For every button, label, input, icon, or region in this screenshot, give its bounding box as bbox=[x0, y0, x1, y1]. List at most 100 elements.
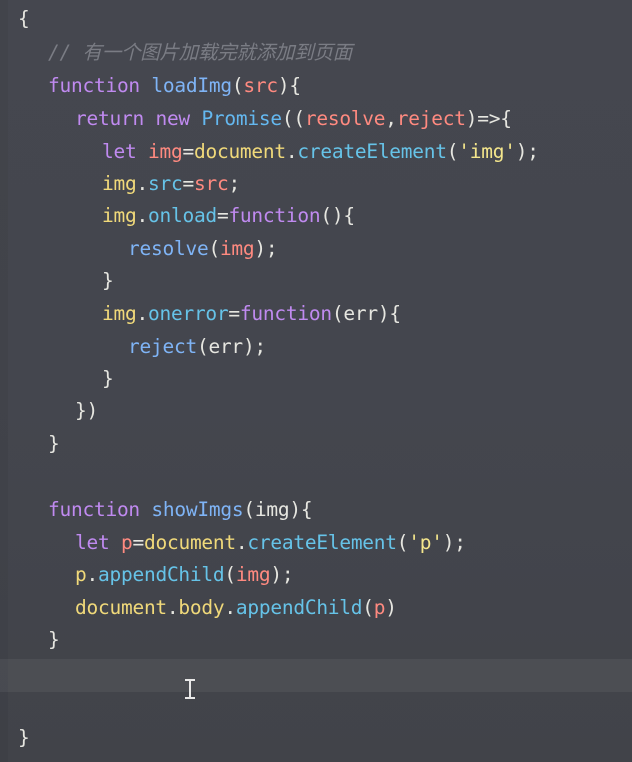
string-token: 'p' bbox=[408, 531, 443, 554]
code-text: img.src=src; bbox=[102, 168, 240, 200]
punctuation-token bbox=[190, 107, 202, 130]
function-name-token: loadImg bbox=[151, 74, 232, 97]
punctuation-token: } bbox=[48, 628, 60, 651]
object-token: img bbox=[102, 172, 137, 195]
punctuation-token: ( bbox=[446, 140, 459, 163]
keyword-token: let bbox=[75, 531, 110, 554]
function-name-token: reject bbox=[128, 335, 197, 358]
object-token: document bbox=[193, 140, 286, 163]
method-token: appendChild bbox=[235, 596, 363, 619]
parameter-token: resolve bbox=[304, 107, 386, 130]
code-editor[interactable]: { // 有一个图片加载完就添加到页面 function loadImg(src… bbox=[0, 0, 632, 762]
punctuation-token: ( bbox=[224, 563, 236, 586]
method-token: src bbox=[147, 172, 183, 195]
object-token: body bbox=[178, 596, 225, 619]
code-text: function showImgs(img){ bbox=[48, 494, 313, 526]
punctuation-token bbox=[140, 74, 152, 97]
code-text: let img=document.createElement('img'); bbox=[102, 136, 539, 168]
text-cursor-icon bbox=[183, 678, 197, 700]
punctuation-token: (( bbox=[281, 107, 305, 130]
keyword-token: let bbox=[102, 140, 137, 163]
code-text: { bbox=[18, 3, 30, 35]
parameter-token: p bbox=[120, 531, 133, 554]
punctuation-token: ); bbox=[270, 563, 294, 586]
punctuation-token: ; bbox=[228, 172, 240, 195]
object-token: p bbox=[75, 563, 87, 586]
punctuation-token: } bbox=[102, 269, 114, 292]
punctuation-token: } bbox=[48, 432, 60, 455]
parameter-token: img bbox=[147, 140, 183, 163]
punctuation-token: ( bbox=[396, 531, 409, 554]
punctuation-token: ){ bbox=[277, 74, 301, 97]
keyword-token: return bbox=[75, 107, 144, 130]
keyword-token: function bbox=[228, 204, 321, 227]
code-text: img.onload=function(){ bbox=[102, 200, 355, 232]
punctuation-token: = bbox=[228, 302, 240, 325]
parameter-token: img bbox=[235, 563, 271, 586]
editor-gutter bbox=[0, 0, 8, 762]
punctuation-token: ); bbox=[242, 335, 266, 358]
code-text: reject(err); bbox=[128, 331, 266, 363]
comment-token: // 有一个图片加载完就添加到页面 bbox=[48, 41, 352, 64]
parameter-token: img bbox=[219, 237, 255, 260]
parameter-token: reject bbox=[396, 107, 466, 130]
method-token: createElement bbox=[247, 531, 397, 554]
string-token: 'img' bbox=[458, 140, 516, 163]
punctuation-token: . bbox=[285, 140, 298, 163]
punctuation-token: ( bbox=[208, 237, 220, 260]
punctuation-token: err bbox=[343, 302, 378, 325]
code-text: } bbox=[48, 428, 60, 460]
punctuation-token: . bbox=[86, 563, 99, 586]
parameter-token: p bbox=[373, 596, 386, 619]
method-token: appendChild bbox=[98, 563, 225, 586]
punctuation-token: ); bbox=[515, 140, 539, 163]
punctuation-token: = bbox=[132, 531, 144, 554]
function-name-token: resolve bbox=[128, 237, 209, 260]
punctuation-token: ); bbox=[254, 237, 278, 260]
method-token: createElement bbox=[297, 140, 447, 163]
function-name-token: showImgs bbox=[151, 498, 244, 521]
punctuation-token: = bbox=[182, 172, 194, 195]
keyword-token: function bbox=[239, 302, 332, 325]
code-text: img.onerror=function(err){ bbox=[102, 298, 401, 330]
punctuation-token: , bbox=[385, 107, 397, 130]
punctuation-token: . bbox=[136, 302, 148, 325]
code-text: let p=document.createElement('p'); bbox=[75, 527, 466, 559]
keyword-token: function bbox=[48, 498, 140, 521]
punctuation-token: = bbox=[182, 140, 194, 163]
code-text: function loadImg(src){ bbox=[48, 70, 301, 102]
punctuation-token bbox=[136, 140, 148, 163]
punctuation-token: = bbox=[216, 204, 229, 227]
punctuation-token: ) bbox=[385, 596, 397, 619]
punctuation-token: ( bbox=[231, 74, 244, 97]
code-text: return new Promise((resolve,reject)=>{ bbox=[75, 103, 512, 135]
punctuation-token: ( bbox=[243, 498, 255, 521]
object-token: document bbox=[75, 596, 167, 619]
code-text: } bbox=[18, 722, 30, 754]
punctuation-token: ); bbox=[442, 531, 466, 554]
punctuation-token: ){ bbox=[289, 498, 313, 521]
punctuation-token bbox=[144, 107, 156, 130]
punctuation-token: } bbox=[18, 726, 30, 749]
punctuation-token: . bbox=[166, 596, 179, 619]
punctuation-token: )=>{ bbox=[465, 107, 512, 130]
object-token: img bbox=[102, 204, 137, 227]
punctuation-token: . bbox=[224, 596, 236, 619]
class-token: Promise bbox=[201, 107, 282, 130]
current-line-highlight bbox=[0, 659, 632, 692]
object-token: document bbox=[143, 531, 236, 554]
punctuation-token: } bbox=[102, 367, 114, 390]
punctuation-token bbox=[109, 531, 121, 554]
code-text: resolve(img); bbox=[128, 233, 278, 265]
punctuation-token: . bbox=[235, 531, 248, 554]
code-text: p.appendChild(img); bbox=[75, 559, 294, 591]
punctuation-token: { bbox=[18, 7, 30, 30]
punctuation-token: ( bbox=[196, 335, 209, 358]
punctuation-token: . bbox=[136, 204, 148, 227]
code-text: // 有一个图片加载完就添加到页面 bbox=[48, 37, 352, 69]
keyword-token: new bbox=[155, 107, 190, 130]
punctuation-token: }) bbox=[75, 399, 98, 422]
code-text: } bbox=[102, 363, 114, 395]
punctuation-token: img bbox=[254, 498, 290, 521]
keyword-token: function bbox=[48, 74, 140, 97]
